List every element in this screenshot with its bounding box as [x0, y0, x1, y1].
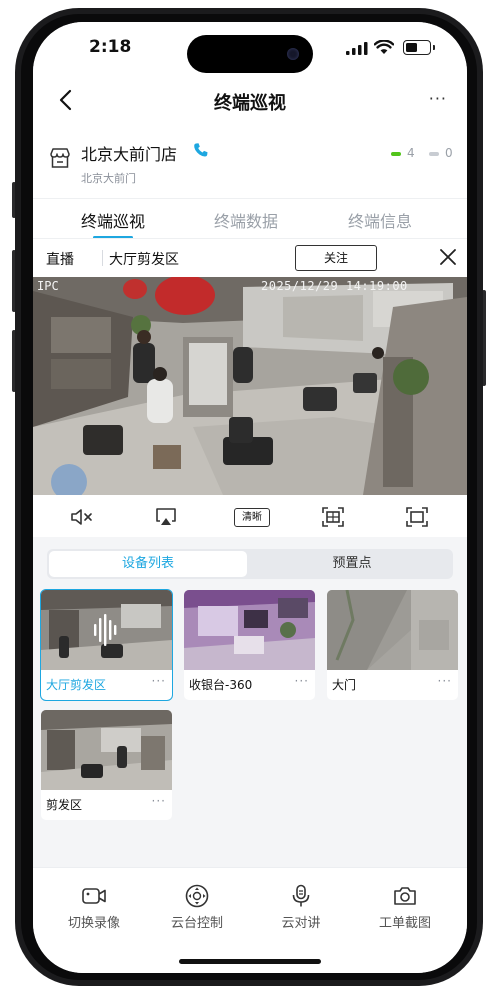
battery-icon: [403, 40, 435, 55]
snapshot-button[interactable]: 工单截图: [365, 884, 445, 931]
video-osd-label: IPC: [37, 279, 59, 293]
device-card[interactable]: 剪发区 ···: [41, 710, 172, 820]
ptz-control-button[interactable]: 云台控制: [157, 884, 237, 931]
segment-control: 设备列表 预置点: [47, 549, 453, 579]
more-button[interactable]: ···: [429, 91, 447, 107]
video-frame: [33, 277, 467, 495]
phone-call-icon[interactable]: [193, 142, 209, 158]
device-thumbnail: [327, 590, 458, 670]
status-time: 2:18: [89, 37, 132, 57]
microphone-icon: [292, 884, 310, 907]
follow-button[interactable]: 关注: [295, 245, 377, 271]
ptz-control-icon: [185, 884, 209, 908]
store-name: 北京大前门店: [81, 145, 178, 164]
hd-button[interactable]: 清晰: [234, 508, 270, 527]
device-thumbnail: [41, 590, 172, 670]
store-icon: [50, 148, 70, 168]
tab-info[interactable]: 终端信息: [348, 208, 412, 232]
divider: [102, 250, 103, 266]
online-indicator: [391, 151, 401, 156]
camera-snapshot-icon: [394, 887, 416, 905]
offline-count: 0: [429, 146, 453, 160]
fit-screen-icon[interactable]: [321, 506, 345, 528]
bottom-action-bar: 切换录像 云台控制 云对讲 工单截图: [33, 867, 467, 973]
device-name: 剪发区: [46, 798, 83, 812]
bottom-action-label: 切换录像: [67, 916, 120, 931]
device-more-button[interactable]: ···: [438, 674, 452, 688]
device-card[interactable]: 大门 ···: [327, 590, 458, 700]
tab-patrol[interactable]: 终端巡视: [81, 208, 145, 232]
device-name: 收银台-360: [189, 678, 253, 692]
page-title: 终端巡视: [214, 93, 286, 114]
segment-device-list[interactable]: 设备列表: [49, 551, 247, 577]
device-name: 大门: [332, 678, 357, 692]
airplay-icon[interactable]: [154, 506, 178, 528]
device-thumbnail: [41, 710, 172, 790]
device-card[interactable]: 大厅剪发区 ···: [40, 589, 173, 701]
device-more-button[interactable]: ···: [152, 794, 166, 808]
store-header: 北京大前门店 北京大前门 4 0: [33, 124, 467, 198]
tab-data[interactable]: 终端数据: [214, 208, 278, 232]
device-more-button[interactable]: ···: [295, 674, 309, 688]
bottom-action-label: 云对讲: [281, 916, 321, 931]
bottom-action-label: 云台控制: [170, 916, 223, 931]
close-icon[interactable]: [438, 247, 458, 267]
tab-bar: 终端巡视 终端数据 终端信息: [33, 198, 467, 239]
live-bar: 直播 大厅剪发区 关注: [33, 238, 467, 277]
live-label: 直播: [46, 252, 74, 268]
dynamic-island: [187, 35, 313, 73]
cellular-signal-icon: [346, 42, 368, 55]
app-screen: 2:18 终端巡视 ··· 北京大前门店 北京大前门 4 0 终端巡视 终端数据…: [33, 22, 467, 973]
video-osd-timestamp: 2025/12/29 14:19:00: [261, 279, 408, 293]
switch-recording-button[interactable]: 切换录像: [54, 884, 134, 931]
offline-indicator: [429, 151, 439, 156]
video-camera-icon: [82, 888, 106, 904]
intercom-button[interactable]: 云对讲: [261, 884, 341, 931]
video-controls: 清晰: [33, 495, 467, 537]
online-count: 4: [391, 146, 415, 160]
mute-icon[interactable]: [70, 506, 94, 528]
device-thumbnail: [184, 590, 315, 670]
store-address: 北京大前门: [81, 172, 136, 185]
status-bar: 2:18: [33, 22, 467, 76]
live-video-player[interactable]: IPC 2025/12/29 14:19:00: [33, 277, 467, 495]
segment-presets[interactable]: 预置点: [253, 551, 451, 577]
current-camera-name: 大厅剪发区: [109, 252, 179, 268]
device-name: 大厅剪发区: [46, 678, 107, 692]
fullscreen-icon[interactable]: [405, 506, 429, 528]
device-card[interactable]: 收银台-360 ···: [184, 590, 315, 700]
bottom-action-label: 工单截图: [378, 916, 431, 931]
nav-bar: 终端巡视 ···: [33, 76, 467, 124]
device-more-button[interactable]: ···: [152, 674, 166, 688]
home-indicator: [179, 959, 321, 964]
wifi-icon: [374, 40, 394, 54]
